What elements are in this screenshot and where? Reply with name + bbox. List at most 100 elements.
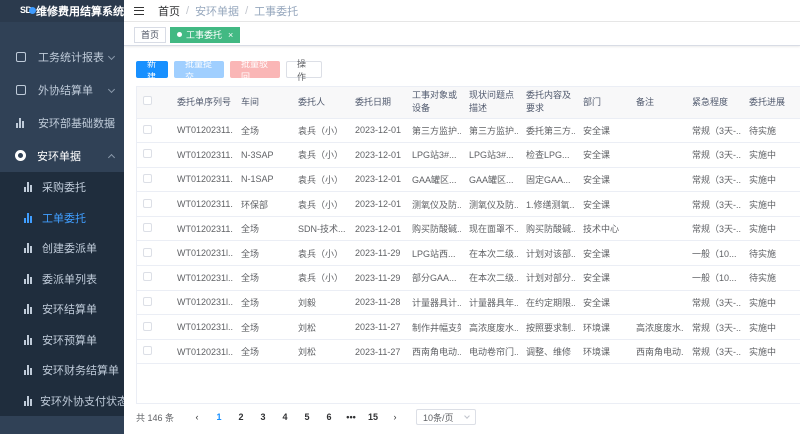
page-2[interactable]: 2 [234, 412, 248, 422]
operate-button[interactable]: 操作 [286, 59, 322, 82]
table-cell: 计划对部分... [518, 265, 575, 291]
logo-icon: SD [20, 3, 36, 19]
table-row[interactable]: WT0120231l... 全场 刘松 2023-11-27 西南角电动... 电动卷帘门… [137, 339, 800, 365]
table-cell: 实施中 [741, 339, 800, 365]
table-cell: 计划对该部... [518, 240, 575, 267]
table-cell [628, 118, 684, 144]
table-cell: WT0120231l... [169, 265, 233, 291]
submenu-item-create-dispatch[interactable]: 创建委派单 [0, 233, 124, 264]
page-3[interactable]: 3 [256, 412, 270, 422]
submenu-item-work-order[interactable]: 工单委托 [0, 203, 124, 234]
row-checkbox[interactable] [137, 191, 169, 217]
new-button[interactable]: 新建 [136, 59, 168, 82]
table-cell: 2023-12-01 [347, 142, 404, 168]
row-checkbox[interactable] [137, 142, 169, 168]
row-checkbox[interactable] [137, 314, 169, 340]
table-row[interactable]: WT01202311... N-3SAP 袁兵（小） 2023-12-01 LPG站3#… [137, 142, 800, 168]
row-checkbox[interactable] [137, 167, 169, 193]
row-checkbox[interactable] [137, 339, 169, 365]
sidebar-item-label: 外协结算单 [38, 84, 93, 97]
table-cell: 袁兵（小） [290, 118, 347, 144]
table-row[interactable]: WT01202311... 全场 袁兵（小） 2023-12-01 第三方监护... 第三… [137, 118, 800, 144]
table-cell: 购买防酸碱... [518, 216, 575, 242]
table-cell: 2023-12-01 [347, 167, 404, 193]
submenu-item-budget[interactable]: 安环预算单 [0, 325, 124, 356]
row-checkbox[interactable] [137, 216, 169, 242]
table-cell: 实施中 [741, 167, 800, 193]
table-cell [628, 265, 684, 291]
sidebar-item-label: 工务统计报表 [38, 51, 104, 64]
table-cell: 实施中 [741, 191, 800, 217]
table-row[interactable]: WT01202311... 全场 SDN-技术... 2023-12-01 购买防酸碱.… [137, 216, 800, 242]
table-cell: WT01202311... [169, 142, 233, 168]
table-header-row: 委托单序列号 车间 委托人 委托日期 工事对象或设备 现状问题点描述 委托内容及… [137, 87, 800, 119]
table-cell: 高浓度废水... [628, 314, 684, 340]
submenu-item-dispatch-list[interactable]: 委派单列表 [0, 264, 124, 295]
page-1[interactable]: 1 [212, 412, 226, 422]
page-5[interactable]: 5 [300, 412, 314, 422]
table-row[interactable]: WT0120231l... 全场 袁兵（小） 2023-11-29 部分GAA... 在本… [137, 265, 800, 291]
sidebar-item-safety-docs[interactable]: 安环单据 [0, 139, 124, 172]
prev-page-icon[interactable]: ‹ [190, 412, 204, 422]
select-all-checkbox[interactable] [137, 87, 169, 119]
table-cell: 袁兵（小） [290, 142, 347, 168]
table-cell: 安全课 [575, 167, 628, 193]
page-4[interactable]: 4 [278, 412, 292, 422]
table-row[interactable]: WT01202311... 环保部 袁兵（小） 2023-12-01 测氧仪及防... 测… [137, 191, 800, 217]
sidebar-item-basedata[interactable]: 安环部基础数据 [0, 106, 124, 139]
tag-active[interactable]: 工事委托 × [170, 26, 241, 43]
submenu-item-purchase[interactable]: 采购委托 [0, 172, 124, 203]
close-icon[interactable]: × [228, 30, 233, 40]
hamburger-icon[interactable] [134, 6, 144, 15]
table-cell: 西南角电动... [628, 339, 684, 365]
submenu-item-settlement[interactable]: 安环结算单 [0, 294, 124, 325]
row-checkbox[interactable] [137, 290, 169, 316]
sidebar-item-label: 安环单据 [37, 150, 81, 163]
table-cell: 待实施 [741, 240, 800, 267]
submenu-item-finance[interactable]: 安环财务结算单 [0, 355, 124, 386]
table-cell: 常规（3天-... [684, 191, 741, 217]
table-row[interactable]: WT0120231l... 全场 袁兵（小） 2023-11-29 LPG站西... 在本… [137, 240, 800, 267]
submenu-item-payment-status[interactable]: 安环外协支付状态 [0, 386, 124, 417]
app-logo[interactable]: SD 维修费用结算系统 [0, 0, 124, 22]
row-checkbox[interactable] [137, 240, 169, 267]
table-cell: 计量器具计... [404, 290, 461, 316]
chevron-down-icon [464, 413, 470, 419]
batch-submit-button[interactable]: 批量提交 [174, 59, 224, 82]
page-size-select[interactable]: 10条/页 [416, 409, 477, 425]
column-header: 紧急程度 [684, 87, 741, 119]
table-row[interactable]: WT0120231l... 全场 刘松 2023-11-27 制作井幅支架 高浓度废水..… [137, 314, 800, 340]
column-header: 委托进展 [741, 87, 800, 119]
table-cell: 购买防酸碱... [404, 216, 461, 242]
sidebar-item-outsourcing[interactable]: 外协结算单 [0, 73, 124, 106]
table-cell: 西南角电动... [404, 339, 461, 365]
breadcrumb-home[interactable]: 首页 [158, 3, 180, 19]
table-cell: WT0120231l... [169, 339, 233, 365]
row-checkbox[interactable] [137, 118, 169, 144]
table-cell: 实施中 [741, 142, 800, 168]
total-count: 共 146 条 [136, 412, 175, 423]
page-15[interactable]: 15 [366, 412, 380, 422]
chevron-down-icon [107, 52, 116, 61]
table-row[interactable]: WT0120231l... 全场 刘毅 2023-11-28 计量器具计... 计量器具年… [137, 290, 800, 316]
row-checkbox[interactable] [137, 265, 169, 291]
table-cell: 技术中心 [575, 216, 628, 242]
page-6[interactable]: 6 [322, 412, 336, 422]
table-cell: 固定GAA... [518, 167, 575, 193]
table-cell: SDN-技术... [290, 216, 347, 242]
next-page-icon[interactable]: › [388, 412, 402, 422]
batch-reject-button[interactable]: 批量驳回 [230, 59, 280, 82]
table-cell: 制作井幅支架 [404, 314, 461, 340]
tag-home[interactable]: 首页 [134, 26, 167, 43]
sidebar-item-partial[interactable] [0, 22, 124, 40]
table-cell: N-1SAP [233, 167, 290, 193]
table-cell: LPG站3#... [404, 142, 461, 168]
table-cell [628, 142, 684, 168]
column-header: 现状问题点描述 [461, 87, 518, 119]
table-cell: 刘松 [290, 314, 347, 340]
table-cell: 安全课 [575, 118, 628, 144]
table-cell: GAA罐区... [404, 167, 461, 193]
table-row[interactable]: WT01202311... N-1SAP 袁兵（小） 2023-12-01 GAA罐区.… [137, 167, 800, 193]
sidebar-item-stats[interactable]: 工务统计报表 [0, 40, 124, 73]
more-pages-icon[interactable]: ••• [344, 412, 358, 422]
